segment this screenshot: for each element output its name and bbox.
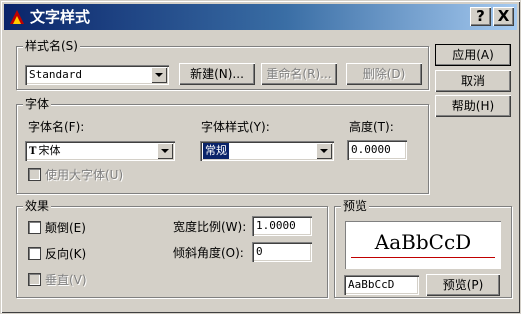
chevron-down-icon[interactable] bbox=[157, 143, 173, 159]
preview-text-value: AaBbCcD bbox=[348, 278, 395, 291]
height-label: 高度(T): bbox=[349, 120, 394, 134]
cancel-button[interactable]: 取消 bbox=[435, 70, 511, 92]
help-question-icon[interactable]: ? bbox=[470, 7, 491, 26]
upside-down-label: 颠倒(E) bbox=[45, 221, 86, 235]
upside-down-checkbox[interactable] bbox=[28, 221, 41, 234]
effects-group-label: 效果 bbox=[23, 199, 52, 213]
style-name-value: Standard bbox=[29, 68, 82, 81]
apply-button[interactable]: 应用(A) bbox=[435, 44, 511, 66]
vertical-label: 垂直(V) bbox=[45, 273, 87, 287]
font-style-label: 字体样式(Y): bbox=[201, 120, 270, 134]
font-name-select[interactable]: T 宋体 bbox=[25, 141, 175, 161]
help-button[interactable]: 帮助(H) bbox=[435, 95, 511, 117]
preview-button[interactable]: 预览(P) bbox=[426, 274, 500, 296]
chevron-down-icon[interactable] bbox=[151, 67, 167, 83]
backwards-checkbox[interactable] bbox=[28, 247, 41, 260]
big-font-label: 使用大字体(U) bbox=[45, 168, 124, 182]
font-group-label: 字体 bbox=[23, 97, 52, 111]
oblique-angle-input[interactable]: 0 bbox=[252, 242, 312, 262]
preview-baseline bbox=[351, 257, 495, 258]
width-factor-value: 1.0000 bbox=[256, 219, 296, 232]
font-style-value: 常规 bbox=[203, 143, 229, 159]
width-factor-input[interactable]: 1.0000 bbox=[252, 216, 312, 236]
style-name-group-label: 样式名(S) bbox=[23, 39, 80, 53]
preview-canvas: AaBbCcD bbox=[345, 221, 501, 269]
text-style-dialog: 文字样式 ? X 样式名(S) Standard 新建(N)... 重命名(R)… bbox=[0, 0, 521, 314]
oblique-angle-value: 0 bbox=[256, 245, 263, 258]
font-style-select[interactable]: 常规 bbox=[200, 141, 334, 161]
font-name-label: 字体名(F): bbox=[28, 120, 85, 134]
oblique-angle-label: 倾斜角度(O): bbox=[173, 246, 244, 260]
backwards-label: 反向(K) bbox=[45, 247, 87, 261]
preview-group-label: 预览 bbox=[341, 199, 370, 213]
new-style-button[interactable]: 新建(N)... bbox=[179, 63, 255, 85]
font-name-value: T 宋体 bbox=[29, 144, 60, 159]
font-name-text: 宋体 bbox=[38, 144, 61, 157]
width-factor-label: 宽度比例(W): bbox=[173, 220, 247, 234]
title-bar[interactable]: 文字样式 ? X bbox=[4, 4, 517, 30]
close-icon[interactable]: X bbox=[493, 7, 514, 26]
preview-sample-text: AaBbCcD bbox=[374, 230, 472, 254]
style-name-select[interactable]: Standard bbox=[25, 65, 169, 85]
preview-text-input[interactable]: AaBbCcD bbox=[344, 275, 419, 295]
cad-app-icon bbox=[10, 10, 24, 24]
chevron-down-icon[interactable] bbox=[316, 143, 332, 159]
height-input[interactable]: 0.0000 bbox=[347, 140, 407, 160]
truetype-font-icon: T bbox=[29, 146, 37, 157]
vertical-checkbox[interactable] bbox=[28, 273, 41, 286]
window-title: 文字样式 bbox=[30, 8, 91, 26]
delete-style-button[interactable]: 删除(D) bbox=[346, 63, 422, 85]
rename-style-button[interactable]: 重命名(R)... bbox=[261, 63, 337, 85]
height-value: 0.0000 bbox=[351, 143, 391, 156]
big-font-checkbox[interactable] bbox=[28, 168, 41, 181]
